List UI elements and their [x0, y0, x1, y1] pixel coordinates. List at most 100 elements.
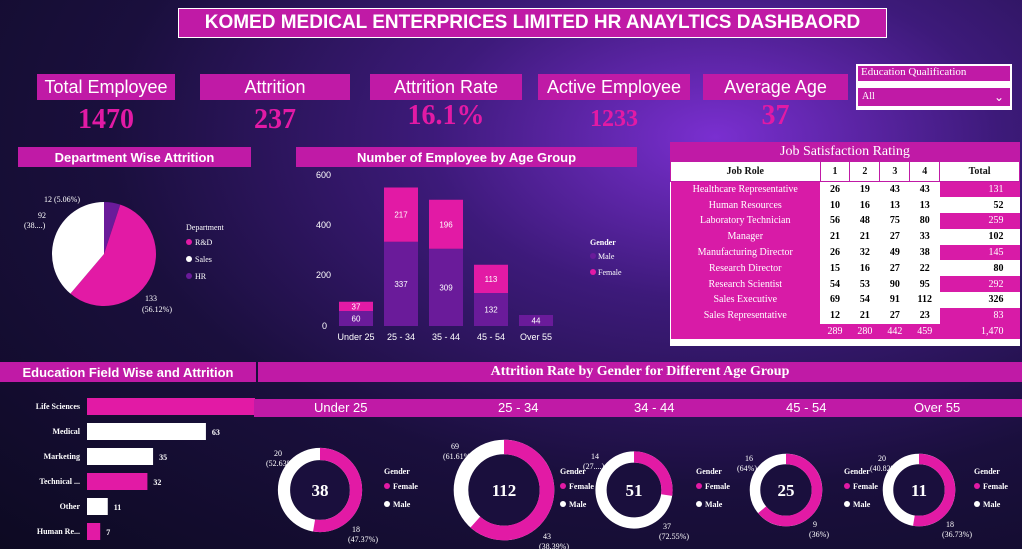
- donut-female-value: 14: [591, 452, 599, 461]
- job-table-header: 3: [879, 161, 911, 182]
- edu-bar-value: 35: [159, 453, 167, 462]
- job-table-header: Job Role: [670, 161, 821, 182]
- kpi-active-employee-value: 1233: [590, 106, 638, 132]
- donut-female-pct: (52.63%): [266, 459, 296, 468]
- job-value-cell: 131: [939, 181, 1020, 198]
- donut-legend-male: Male: [853, 500, 871, 509]
- job-value-cell: 23: [909, 307, 940, 324]
- legend-rd-label: R&D: [195, 238, 213, 247]
- age-bar-male-label: 309: [439, 283, 453, 292]
- age-category-label: Under 25: [337, 332, 374, 342]
- job-value-cell: 54: [820, 276, 850, 293]
- donut-female-value: 16: [745, 454, 753, 463]
- donut-female-pct: (27....): [583, 462, 605, 471]
- donut-male-value: 43: [543, 532, 551, 541]
- legend-hr-label: HR: [195, 272, 207, 281]
- job-value-cell: 145: [939, 244, 1020, 261]
- donut-male-value: 9: [813, 520, 817, 529]
- donut-legend-male: Male: [393, 500, 411, 509]
- donut-legend-male-dot: [974, 501, 980, 507]
- gender-donuts: 3820(52.63%)18(47.37%)GenderFemaleMale11…: [266, 439, 1008, 549]
- job-total-cell: 1,470: [939, 323, 1020, 340]
- job-value-cell: 69: [820, 292, 850, 308]
- age-bar-male-label: 44: [532, 317, 541, 326]
- donut-total: 51: [626, 481, 643, 500]
- age-label-25-34: 25 - 34: [498, 400, 539, 415]
- job-value-cell: 54: [849, 292, 880, 308]
- y-tick-0: 0: [322, 321, 327, 331]
- job-table-header: 1: [819, 161, 851, 182]
- edu-bar: [87, 473, 148, 490]
- job-table-header: 2: [849, 161, 881, 182]
- kpi-active-employee-label: Active Employee: [538, 74, 690, 100]
- age-bar-chart: 600 400 200 0 37 60 Under 25 217 337 25 - 34 1…: [316, 170, 622, 342]
- job-table-title: Job Satisfaction Rating: [670, 142, 1020, 161]
- job-value-cell: 32: [849, 244, 880, 261]
- job-table-row: Sales Representative 12 21 27 23 83: [670, 307, 1020, 324]
- job-value-cell: 43: [879, 181, 910, 198]
- job-table-row: Healthcare Representative 26 19 43 43 131: [670, 181, 1020, 198]
- chevron-down-icon: ⌄: [993, 90, 1004, 104]
- age-category-label: 25 - 34: [387, 332, 415, 342]
- age-category-label: Over 55: [520, 332, 552, 342]
- education-filter-select[interactable]: All ⌄: [858, 88, 1010, 106]
- dept-pie-chart: Department R&D Sales HR 12 (5.06%) 92 (3…: [24, 195, 225, 314]
- donut-legend-male: Male: [569, 500, 587, 509]
- donut-legend-female-dot: [696, 483, 702, 489]
- job-satisfaction-table: Job Satisfaction Rating Job Role 1 2 3 4 Tota…: [670, 142, 1020, 346]
- job-role-cell: Human Resources: [670, 197, 821, 214]
- job-table-header: 4: [909, 161, 941, 182]
- age-bar-male-label: 132: [484, 306, 498, 315]
- job-value-cell: 91: [879, 292, 910, 308]
- donut-legend-male: Male: [983, 500, 1001, 509]
- pie-sales-pct: (38....): [24, 221, 46, 230]
- pie-sales-value: 92: [38, 211, 46, 220]
- age-chart-title: Number of Employee by Age Group: [296, 147, 637, 167]
- job-value-cell: 53: [849, 276, 880, 293]
- donut-legend-male-dot: [696, 501, 702, 507]
- job-value-cell: 90: [879, 276, 910, 293]
- job-total-cell: 280: [849, 323, 880, 340]
- donut-legend-male-dot: [384, 501, 390, 507]
- job-value-cell: 56: [820, 213, 850, 229]
- edu-bar: [87, 498, 108, 515]
- kpi-attrition-value: 237: [254, 104, 296, 135]
- donut-female-pct: (64%): [737, 464, 757, 473]
- job-value-cell: 38: [909, 244, 940, 261]
- job-role-cell: Laboratory Technician: [670, 213, 821, 229]
- education-filter: Education Qualification All ⌄: [856, 64, 1012, 110]
- age-legend-title: Gender: [590, 238, 616, 247]
- job-table-row: Laboratory Technician 56 48 75 80 259: [670, 213, 1020, 229]
- donut-legend-male: Male: [705, 500, 723, 509]
- legend-sales-label: Sales: [195, 255, 212, 264]
- donut-legend-title: Gender: [844, 467, 870, 476]
- job-table-row: Human Resources 10 16 13 13 52: [670, 197, 1020, 214]
- job-table-header: Total: [939, 161, 1020, 182]
- donut-legend-female-dot: [384, 483, 390, 489]
- job-value-cell: 259: [939, 213, 1020, 229]
- donut-legend-female-dot: [844, 483, 850, 489]
- age-bar-male-label: 337: [394, 280, 408, 289]
- age-bar-male-label: 60: [352, 315, 361, 324]
- donut-legend-female: Female: [705, 482, 730, 491]
- donut-legend-title: Gender: [974, 467, 1000, 476]
- job-value-cell: 292: [939, 276, 1020, 293]
- education-filter-value: All: [862, 91, 875, 102]
- job-value-cell: 21: [849, 307, 880, 324]
- y-tick-200: 200: [316, 270, 331, 280]
- donut-legend-title: Gender: [384, 467, 410, 476]
- edu-bar: [87, 398, 255, 415]
- age-legend-female-dot: [590, 269, 596, 275]
- age-legend-male: Male: [598, 252, 615, 261]
- job-table-row: Manager 21 21 27 33 102: [670, 228, 1020, 245]
- age-category-label: 35 - 44: [432, 332, 460, 342]
- donut-male-value: 18: [352, 525, 360, 534]
- donut-legend-female-dot: [560, 483, 566, 489]
- job-value-cell: 80: [909, 213, 940, 229]
- kpi-attrition-rate-label: Attrition Rate: [370, 74, 522, 100]
- kpi-attrition-label: Attrition: [200, 74, 350, 100]
- dashboard-title: KOMED MEDICAL ENTERPRICES LIMITED HR ANA…: [178, 8, 887, 38]
- age-bar-female-label: 113: [485, 275, 498, 284]
- edu-category-label: Life Sciences: [36, 402, 80, 411]
- edu-bar-value: 32: [153, 478, 161, 487]
